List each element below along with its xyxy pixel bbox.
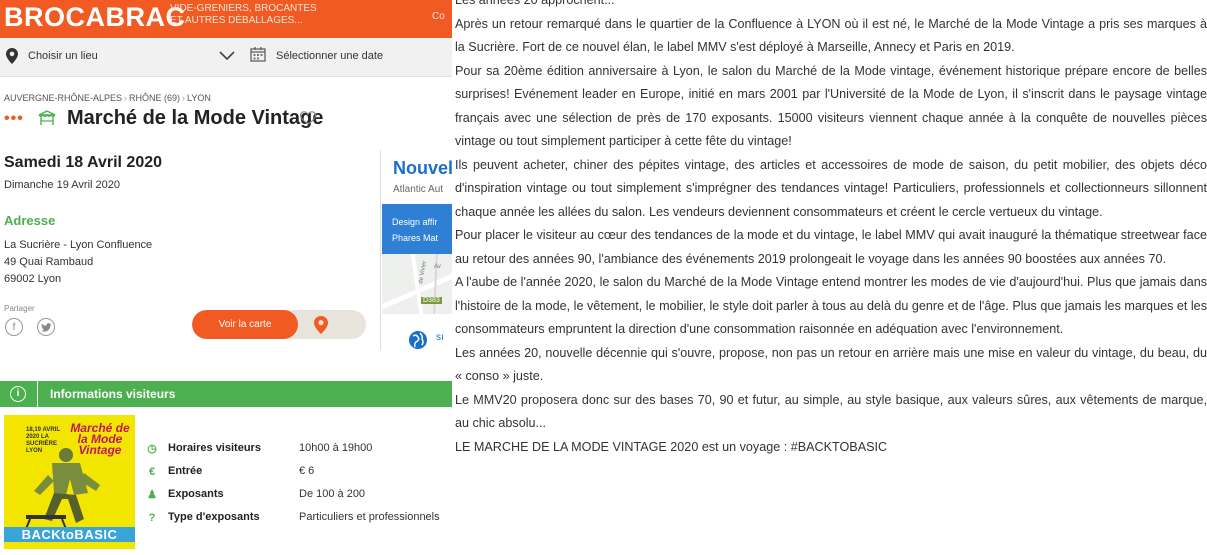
article-paragraph: Pour placer le visiteur au cœur des tend… — [455, 228, 1207, 266]
info-icon: i — [10, 386, 26, 402]
divider — [37, 381, 38, 407]
place-select[interactable]: Choisir un lieu — [28, 50, 98, 62]
exhibitors-label: Exposants — [168, 488, 224, 500]
entry-fee-value: € 6 — [299, 465, 315, 477]
date-select[interactable]: Sélectionner une date — [276, 50, 383, 62]
title-row: ••• Marché de la Mode Vintage — [4, 106, 444, 134]
breadcrumb: AUVERGNE-RHÔNE-ALPES › RHÔNE (69) › LYON — [4, 93, 211, 103]
breadcrumb-city[interactable]: LYON — [187, 93, 211, 103]
visitor-info-header: i Informations visiteurs — [0, 381, 452, 407]
facebook-icon[interactable]: f — [5, 318, 23, 336]
event-sidebar: BROCABRAC VIDE-GRENIERS, BROCANTES ET AU… — [0, 0, 452, 555]
article-paragraph: Après un retour remarqué dans le quartie… — [455, 16, 1207, 55]
ad-extra-text: sı — [436, 332, 444, 343]
ad-card[interactable]: Nouvel Atlantic Aut Design affir Phares … — [380, 150, 452, 350]
address-heading: Adresse — [4, 213, 56, 228]
event-date-main: Samedi 18 Avril 2020 — [4, 154, 163, 171]
ad-banner-line-1: Design affir — [392, 217, 438, 227]
breadcrumb-region[interactable]: AUVERGNE-RHÔNE-ALPES — [4, 93, 122, 103]
article-paragraph: Le MMV20 proposera donc sur des bases 70… — [455, 392, 1207, 431]
visitor-hours-value: 10h00 à 19h00 — [299, 442, 373, 454]
site-logo[interactable]: BROCABRAC — [4, 2, 186, 33]
twitter-icon[interactable] — [37, 318, 55, 336]
poster-slogan: BACKtoBASIC — [4, 527, 135, 542]
visitor-info-title: Informations visiteurs — [50, 387, 176, 401]
question-icon: ? — [148, 512, 156, 524]
article-paragraph: Les années 20, nouvelle décennie qui s'o… — [455, 345, 1207, 384]
visitor-hours-label: Horaires visiteurs — [168, 442, 261, 454]
mini-map-roads: de Vivier Av — [382, 254, 452, 314]
site-header: BROCABRAC VIDE-GRENIERS, BROCANTES ET AU… — [0, 0, 452, 38]
heart-icon[interactable] — [300, 111, 316, 125]
article-paragraph: Ils peuvent acheter, chiner des pépites … — [455, 157, 1207, 219]
tagline-line-1: VIDE-GRENIERS, BROCANTES — [170, 3, 317, 14]
road-badge: D383 — [421, 297, 442, 304]
article-paragraph: LE MARCHE DE LA MODE VINTAGE 2020 est un… — [455, 439, 888, 454]
see-map-label: Voir la carte — [192, 310, 298, 339]
event-poster[interactable]: 18,19 AVRIL 2020 LA SUCRIÈRE LYON Marché… — [4, 415, 135, 549]
see-map-button[interactable]: Voir la carte — [192, 310, 366, 339]
exhibitor-type-label: Type d'exposants — [168, 511, 260, 523]
poster-figure — [25, 448, 100, 529]
header-link[interactable]: Co — [432, 11, 445, 22]
map-pin-icon — [314, 316, 328, 334]
entry-fee-label: Entrée — [168, 465, 203, 477]
address-line-venue: La Sucrière - Lyon Confluence — [4, 239, 153, 251]
exhibitors-value: De 100 à 200 — [299, 488, 366, 500]
article-paragraph: Les années 20 approchent... — [455, 0, 615, 7]
ad-banner-line-2: Phares Mat — [392, 233, 439, 243]
article-paragraph: Pour sa 20ème édition anniversaire à Lyo… — [455, 63, 1207, 149]
site-tagline: VIDE-GRENIERS, BROCANTES ET AUTRES DÉBAL… — [170, 3, 317, 27]
ad-subtitle: Atlantic Aut — [393, 184, 444, 195]
address-line-city: 69002 Lyon — [4, 273, 62, 285]
person-icon: ♟ — [147, 489, 157, 501]
search-bar: Choisir un lieu Sélectionner une date — [0, 38, 452, 77]
market-stall-icon — [38, 110, 56, 125]
calendar-icon[interactable] — [250, 46, 266, 62]
ad-title[interactable]: Nouvel — [393, 158, 452, 179]
article-paragraph: A l'aube de l'année 2020, le salon du Ma… — [455, 275, 1207, 336]
ad-mini-map: de Vivier Av — [382, 254, 452, 314]
chevron-down-icon[interactable] — [218, 48, 236, 62]
share-label: Partager — [4, 304, 35, 313]
clock-icon: ◷ — [147, 443, 157, 455]
exhibitor-type-value: Particuliers et professionnels — [299, 511, 440, 523]
avenue-label: Av — [434, 264, 441, 270]
breadcrumb-department[interactable]: RHÔNE (69) — [129, 93, 180, 103]
address-line-street: 49 Quai Rambaud — [4, 256, 94, 268]
category-dots: ••• — [4, 110, 24, 127]
street-label: de Vivier — [418, 260, 428, 284]
page-title: Marché de la Mode Vintage — [67, 107, 324, 129]
ad-banner[interactable]: Design affir Phares Mat — [382, 204, 452, 254]
location-pin-icon — [6, 48, 18, 64]
event-date-second: Dimanche 19 Avril 2020 — [4, 179, 120, 191]
tagline-line-2: ET AUTRES DÉBALLAGES... — [170, 15, 303, 26]
euro-icon: € — [148, 466, 156, 478]
event-description: Les années 20 approchent... Après un ret… — [455, 0, 1207, 459]
globe-icon[interactable] — [408, 330, 428, 350]
